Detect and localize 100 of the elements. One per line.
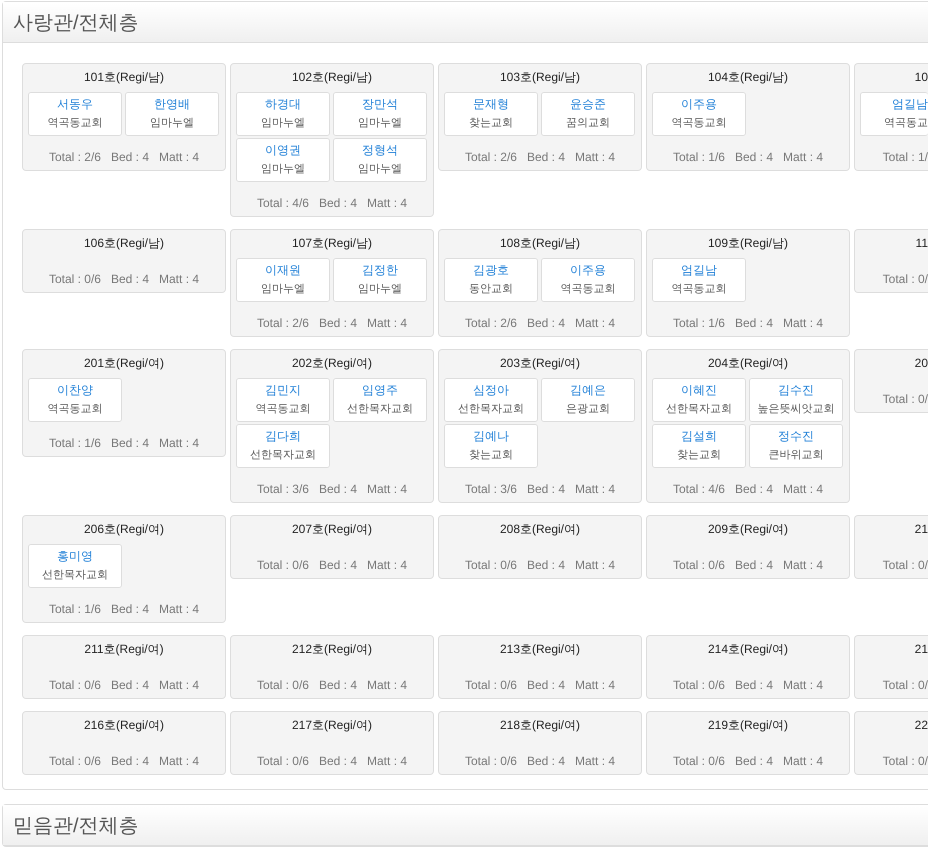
total-count: Total : 1/ [882,149,928,165]
occupant-card[interactable]: 김예은 은광교회 [541,378,635,422]
bed-count: Bed : 4 [318,481,358,497]
total-count: Total : 1/6 [48,601,101,617]
bed-count: Bed : 4 [526,481,566,497]
occupant-name[interactable]: 이주용 [570,262,606,278]
bed-count: Bed : 4 [110,677,150,693]
occupant-card[interactable]: 엄길남 역곡동교회 [652,258,746,302]
mattress-count: Matt : 4 [575,315,616,331]
bed-count: Bed : 4 [110,435,150,451]
occupant-card[interactable]: 이영권 임마누엘 [236,138,330,182]
total-count: Total : 0/6 [48,271,101,287]
occupant-name[interactable]: 김예은 [570,382,606,398]
occupant-name[interactable]: 김민지 [265,382,301,398]
total-count: Total : 3/6 [464,481,517,497]
total-count: Total : 0/6 [48,753,101,769]
church-name: 찾는교회 [469,116,513,131]
room-title: 203호(Regi/여) [498,355,582,371]
total-count: Total : 4/6 [256,195,309,211]
occupant-card[interactable]: 서동우 역곡동교회 [28,92,122,136]
occupant-name[interactable]: 김예나 [473,428,509,444]
occupant-name[interactable]: 김정한 [362,262,398,278]
occupant-card[interactable]: 김민지 역곡동교회 [236,378,330,422]
total-count: Total : 0/6 [256,557,309,573]
mattress-count: Matt : 4 [367,677,408,693]
occupant-name[interactable]: 김광호 [473,262,509,278]
occupant-card[interactable]: 정수진 큰바위교회 [749,424,843,468]
occupant-name[interactable]: 정수진 [778,428,814,444]
church-name: 선한목자교회 [42,568,108,583]
occupant-card[interactable]: 하경대 임마누엘 [236,92,330,136]
occupant-name[interactable]: 김다희 [265,428,301,444]
church-name: 임마누엘 [261,116,305,131]
occupant-name[interactable]: 임영주 [362,382,398,398]
occupant-name[interactable]: 김설희 [681,428,717,444]
occupant-card[interactable]: 김광호 동안교회 [444,258,538,302]
church-name: 역곡동교 [884,116,928,131]
occupant-card[interactable]: 이혜진 선한목자교회 [652,378,746,422]
occupant-name[interactable]: 심정아 [473,382,509,398]
church-name: 높은뜻씨앗교회 [758,402,834,417]
occupant-name[interactable]: 윤승준 [570,96,606,112]
room-title: 217호(Regi/여) [290,717,374,733]
occupant-card[interactable]: 김예나 찾는교회 [444,424,538,468]
occupant-name[interactable]: 홍미영 [57,548,93,564]
occupant-name[interactable]: 문재형 [473,96,509,112]
occupant-name[interactable]: 김수진 [778,382,814,398]
mattress-count: Matt : 4 [575,149,616,165]
occupant-name[interactable]: 엄길남 [892,96,928,112]
room-title: 208호(Regi/여) [498,521,582,537]
mattress-count: Matt : 4 [159,601,200,617]
occupant-card[interactable]: 문재형 찾는교회 [444,92,538,136]
occupant-card[interactable]: 엄길남 역곡동교 [860,92,928,136]
occupant-name[interactable]: 엄길남 [681,262,717,278]
occupant-card[interactable]: 김다희 선한목자교회 [236,424,330,468]
room-title: 22 [914,717,928,733]
occupant-card[interactable]: 김정한 임마누엘 [333,258,427,302]
occupant-card[interactable]: 한영배 임마누엘 [125,92,219,136]
bed-count: Bed : 4 [734,557,774,573]
occupant-name[interactable]: 이찬양 [57,382,93,398]
occupant-name[interactable]: 한영배 [154,96,190,112]
occupant-card[interactable]: 이주용 역곡동교회 [652,92,746,136]
occupant-card[interactable]: 김설희 찾는교회 [652,424,746,468]
church-name: 임마누엘 [150,116,194,131]
occupant-name[interactable]: 이재원 [265,262,301,278]
occupant-name[interactable]: 이혜진 [681,382,717,398]
room-title: 211호(Regi/여) [83,641,165,657]
room-title: 10 [914,69,928,85]
total-count: Total : 0/6 [672,753,725,769]
occupant-name[interactable]: 이영권 [265,142,301,158]
room-title: 206호(Regi/여) [82,521,166,537]
occupant-card[interactable]: 윤승준 꿈의교회 [541,92,635,136]
mattress-count: Matt : 4 [783,481,824,497]
total-count: Total : 0/ [882,753,928,769]
church-name: 선한목자교회 [458,402,524,417]
occupant-name[interactable]: 정형석 [362,142,398,158]
occupant-name[interactable]: 장만석 [362,96,398,112]
occupant-card[interactable]: 심정아 선한목자교회 [444,378,538,422]
church-name: 역곡동교회 [48,116,102,131]
church-name: 큰바위교회 [768,448,824,463]
total-count: Total : 0/6 [672,557,725,573]
occupant-name[interactable]: 하경대 [265,96,301,112]
total-count: Total : 0/6 [48,677,101,693]
occupant-card[interactable]: 이찬양 역곡동교회 [28,378,122,422]
room-title: 20 [914,355,928,371]
bed-count: Bed : 4 [526,677,566,693]
occupant-name[interactable]: 이주용 [681,96,717,112]
mattress-count: Matt : 4 [783,315,824,331]
occupant-card[interactable]: 임영주 선한목자교회 [333,378,427,422]
occupant-card[interactable]: 이주용 역곡동교회 [541,258,635,302]
total-count: Total : 1/6 [672,149,725,165]
occupant-card[interactable]: 홍미영 선한목자교회 [28,544,122,588]
mattress-count: Matt : 4 [575,481,616,497]
total-count: Total : 2/6 [464,149,517,165]
occupant-card[interactable]: 김수진 높은뜻씨앗교회 [749,378,843,422]
room-title: 207호(Regi/여) [290,521,374,537]
occupant-name[interactable]: 서동우 [57,96,93,112]
occupant-card[interactable]: 장만석 임마누엘 [333,92,427,136]
occupant-card[interactable]: 이재원 임마누엘 [236,258,330,302]
occupant-card[interactable]: 정형석 임마누엘 [333,138,427,182]
bed-count: Bed : 4 [110,149,150,165]
mattress-count: Matt : 4 [159,271,200,287]
